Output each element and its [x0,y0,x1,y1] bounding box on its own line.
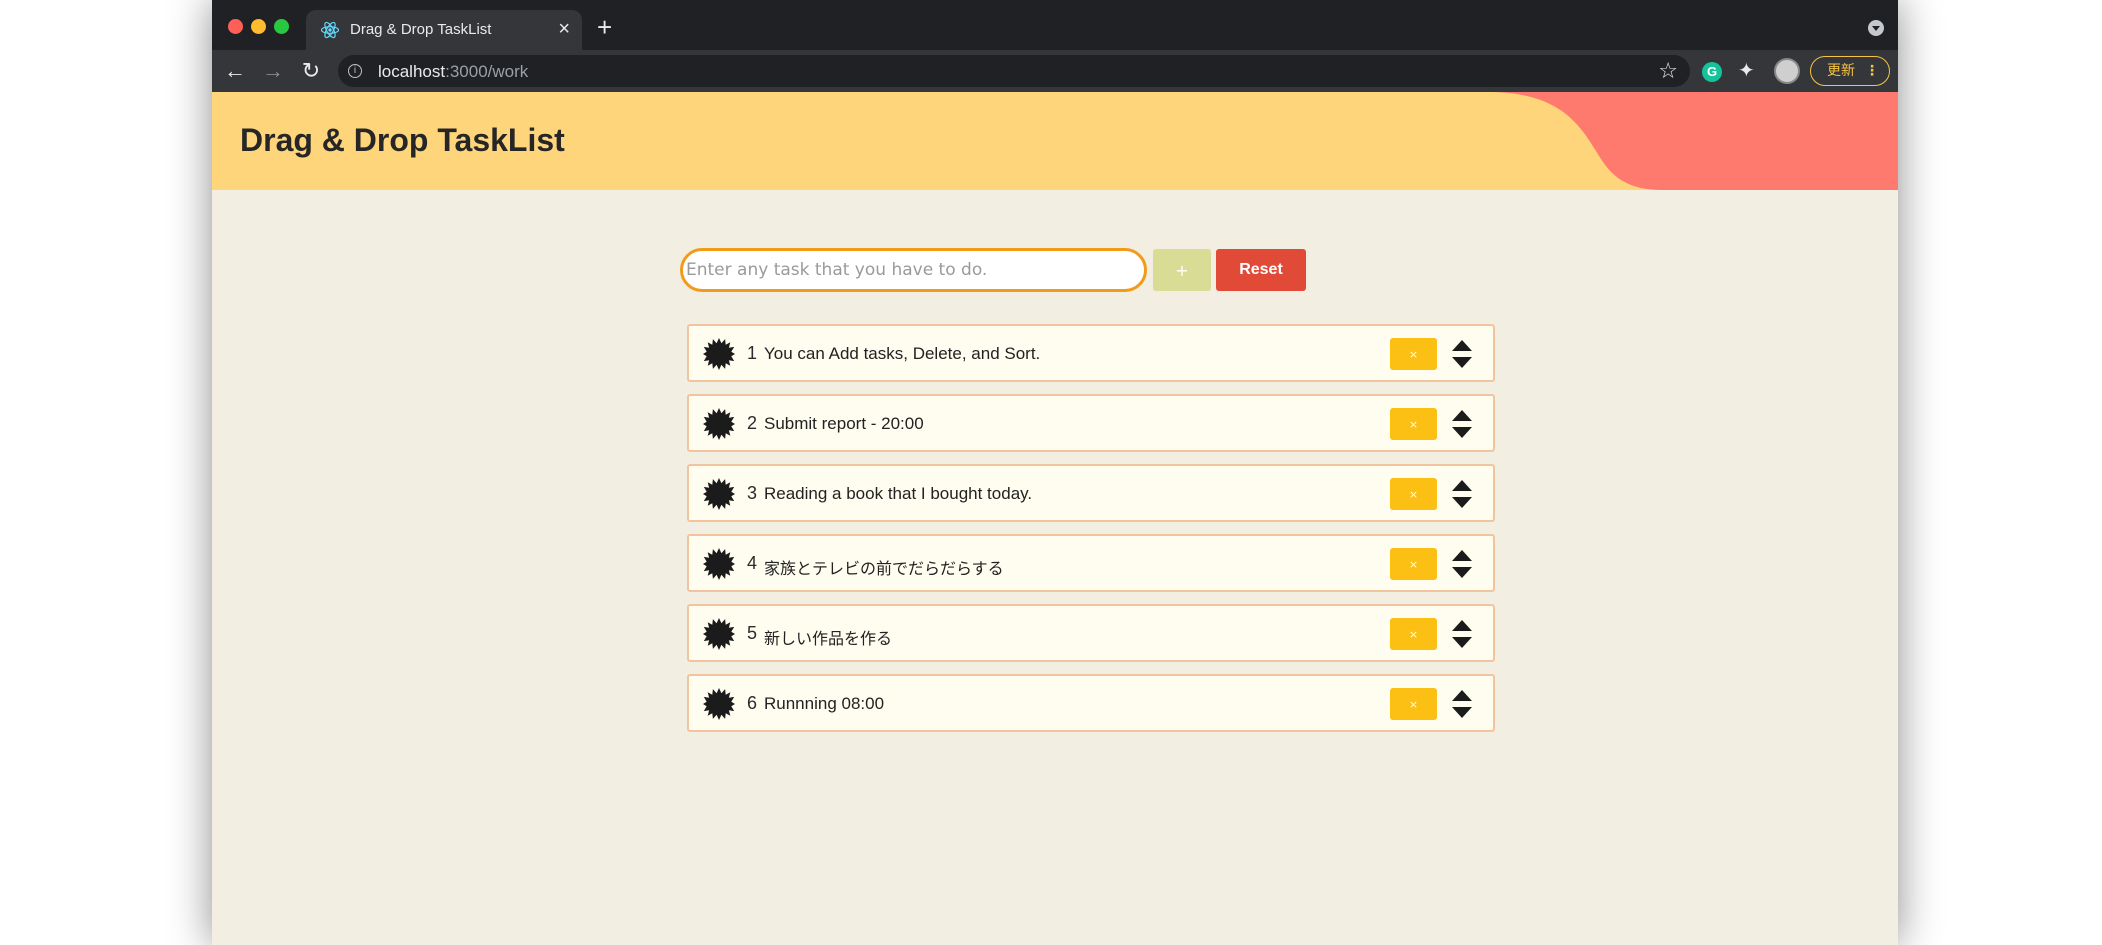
sort-handle-icon[interactable] [1451,339,1473,369]
app-header: Drag & Drop TaskList [212,92,1898,190]
browser-toolbar: ← → ↻ i localhost:3000/work ☆ G ✦ 更新 ⋮ [212,50,1898,92]
back-arrow-icon[interactable]: ← [222,58,248,84]
sort-handle-icon[interactable] [1451,409,1473,439]
starburst-badge-icon [703,478,735,510]
forward-arrow-icon[interactable]: → [260,58,286,84]
task-item[interactable]: 2 Submit report - 20:00 × [687,394,1495,452]
task-number: 1 [747,343,758,363]
menu-dots-icon: ⋮ [1865,62,1879,78]
starburst-badge-icon [703,408,735,440]
grammarly-extension-icon[interactable]: G [1702,62,1722,82]
sort-handle-icon[interactable] [1451,619,1473,649]
task-text: 新しい作品を作る [764,629,893,648]
address-bar[interactable]: i localhost:3000/work ☆ [338,55,1690,87]
task-text: 家族とテレビの前でだらだらする [764,559,1004,578]
minimize-window-button[interactable] [251,19,266,34]
task-number: 5 [747,623,758,643]
profile-avatar[interactable] [1774,58,1800,84]
starburst-badge-icon [703,548,735,580]
tab-strip: Drag & Drop TaskList × + [212,0,1898,50]
tab-title: Drag & Drop TaskList [350,21,492,38]
tab-search-icon[interactable] [1868,20,1884,36]
new-tab-button[interactable]: + [597,12,612,42]
page-title: Drag & Drop TaskList [240,122,565,158]
task-number: 2 [747,413,758,433]
sort-handle-icon[interactable] [1451,479,1473,509]
react-icon [320,21,340,39]
extensions-puzzle-icon[interactable]: ✦ [1738,59,1755,83]
task-item[interactable]: 5 新しい作品を作る × [687,604,1495,662]
maximize-window-button[interactable] [274,19,289,34]
add-task-button[interactable]: + [1153,249,1211,291]
site-info-icon[interactable]: i [348,64,362,78]
close-tab-icon[interactable]: × [558,18,570,40]
browser-window: Drag & Drop TaskList × + ← → ↻ i localho… [212,0,1898,945]
task-item[interactable]: 1 You can Add tasks, Delete, and Sort. × [687,324,1495,382]
task-item[interactable]: 3 Reading a book that I bought today. × [687,464,1495,522]
header-decoration-blob [1488,92,1898,190]
url-text: localhost:3000/work [378,62,529,81]
close-window-button[interactable] [228,19,243,34]
task-text: Submit report - 20:00 [764,414,924,433]
starburst-badge-icon [703,688,735,720]
task-list: 1 You can Add tasks, Delete, and Sort. ×… [687,324,1495,744]
task-input[interactable] [680,248,1147,292]
starburst-badge-icon [703,618,735,650]
starburst-badge-icon [703,338,735,370]
sort-handle-icon[interactable] [1451,549,1473,579]
sort-handle-icon[interactable] [1451,689,1473,719]
delete-task-button[interactable]: × [1390,408,1437,440]
reload-icon[interactable]: ↻ [298,58,324,84]
task-text: Reading a book that I bought today. [764,484,1033,503]
browser-tab[interactable]: Drag & Drop TaskList × [306,10,582,50]
reset-button[interactable]: Reset [1216,249,1306,291]
task-number: 4 [747,553,758,573]
task-number: 3 [747,483,758,503]
delete-task-button[interactable]: × [1390,338,1437,370]
bookmark-star-icon[interactable]: ☆ [1658,58,1678,84]
delete-task-button[interactable]: × [1390,618,1437,650]
delete-task-button[interactable]: × [1390,688,1437,720]
task-item[interactable]: 4 家族とテレビの前でだらだらする × [687,534,1495,592]
task-text: Runnning 08:00 [764,694,885,713]
task-item[interactable]: 6 Runnning 08:00 × [687,674,1495,732]
delete-task-button[interactable]: × [1390,478,1437,510]
task-number: 6 [747,693,758,713]
update-button[interactable]: 更新 ⋮ [1810,56,1890,86]
delete-task-button[interactable]: × [1390,548,1437,580]
task-text: You can Add tasks, Delete, and Sort. [764,344,1041,363]
